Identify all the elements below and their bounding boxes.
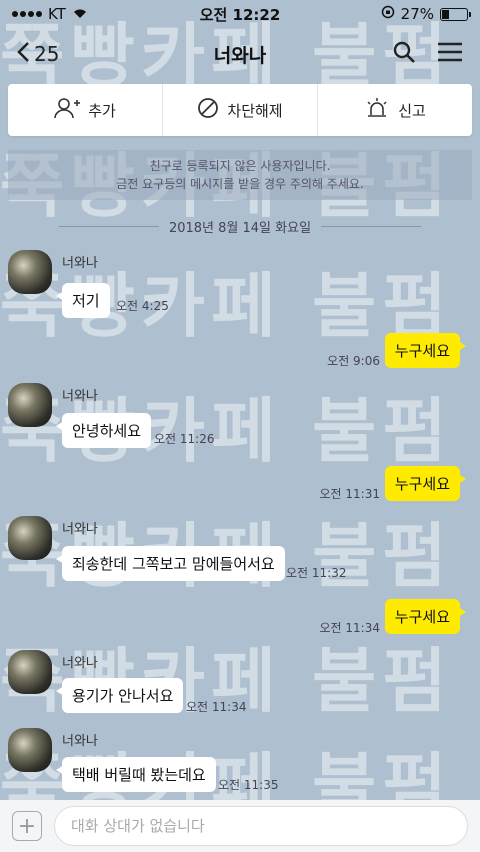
message-bubble-incoming[interactable]: 안녕하세요: [55, 413, 152, 448]
message-time: 오전 9:06: [327, 354, 380, 368]
message-input[interactable]: [54, 806, 468, 846]
message-time: 오전 11:26: [154, 432, 215, 446]
status-bar: KT 오전 12:22 27%: [0, 0, 480, 28]
siren-icon: [364, 97, 390, 123]
message-bubble-outgoing[interactable]: 누구세요: [384, 466, 467, 501]
unread-count: 25: [34, 42, 60, 66]
unblock-button[interactable]: 차단해제: [163, 84, 318, 136]
avatar[interactable]: [8, 728, 52, 772]
sender-name: 너와나: [62, 522, 98, 537]
avatar[interactable]: [8, 250, 52, 294]
search-icon[interactable]: [392, 40, 416, 68]
message-bubble-incoming[interactable]: 저기: [56, 283, 110, 318]
message-time: 오전 11:34: [319, 621, 380, 635]
wifi-icon: [72, 5, 88, 23]
report-button[interactable]: 신고: [318, 84, 472, 136]
message-time: 오전 11:34: [186, 700, 247, 714]
date-label: 2018년 8월 14일 화요일: [168, 220, 312, 236]
unblock-label: 차단해제: [227, 101, 283, 120]
battery-percent: 27%: [400, 5, 434, 23]
message-bubble-incoming[interactable]: 용기가 안나서요: [55, 678, 184, 713]
message-time: 오전 4:25: [116, 299, 169, 313]
action-bar: 추가 차단해제 신고: [8, 84, 472, 136]
sender-name: 너와나: [62, 656, 98, 671]
status-left: KT: [12, 5, 88, 23]
battery-icon: [440, 7, 471, 21]
message-time: 오전 11:35: [218, 778, 279, 792]
nav-actions: [392, 40, 464, 68]
stranger-notice: 친구로 등록되지 않은 사용자입니다. 금전 요구등의 메시지를 받을 경우 주…: [8, 150, 472, 200]
notice-line-1: 친구로 등록되지 않은 사용자입니다.: [149, 159, 331, 173]
report-label: 신고: [398, 101, 426, 120]
message-bubble-incoming[interactable]: 택배 버릴때 봤는데요: [56, 757, 216, 792]
message-bubble-outgoing[interactable]: 누구세요: [384, 599, 467, 634]
sender-name: 너와나: [62, 256, 98, 271]
signal-icon: [12, 11, 42, 17]
plus-icon[interactable]: +: [12, 811, 42, 841]
nav-bar: 25 너와나: [0, 30, 480, 78]
avatar[interactable]: [8, 650, 52, 694]
status-right: 27%: [381, 5, 471, 23]
sender-name: 너와나: [62, 734, 98, 749]
notice-line-2: 금전 요구등의 메시지를 받을 경우 주의해 주세요.: [116, 177, 364, 191]
message-bubble-incoming[interactable]: 죄송한데 그쪽보고 맘에들어서요: [56, 546, 285, 581]
menu-icon[interactable]: [436, 41, 464, 67]
avatar[interactable]: [8, 383, 52, 427]
message-time: 오전 11:31: [319, 487, 380, 501]
message-bubble-outgoing[interactable]: 누구세요: [384, 333, 467, 368]
sender-name: 너와나: [62, 389, 98, 404]
input-bar: +: [0, 800, 480, 852]
add-person-icon: [54, 97, 81, 123]
add-friend-button[interactable]: 추가: [8, 84, 163, 136]
divider: [58, 225, 159, 227]
rotation-lock-icon: [381, 5, 395, 23]
divider: [321, 225, 422, 227]
message-time: 오전 11:32: [286, 566, 347, 580]
date-separator: 2018년 8월 14일 화요일: [0, 216, 480, 236]
avatar[interactable]: [8, 516, 52, 560]
block-icon: [197, 97, 219, 123]
chevron-left-icon: [16, 41, 30, 68]
back-button[interactable]: 25: [16, 41, 59, 68]
carrier-label: KT: [48, 5, 66, 23]
add-friend-label: 추가: [88, 101, 116, 120]
